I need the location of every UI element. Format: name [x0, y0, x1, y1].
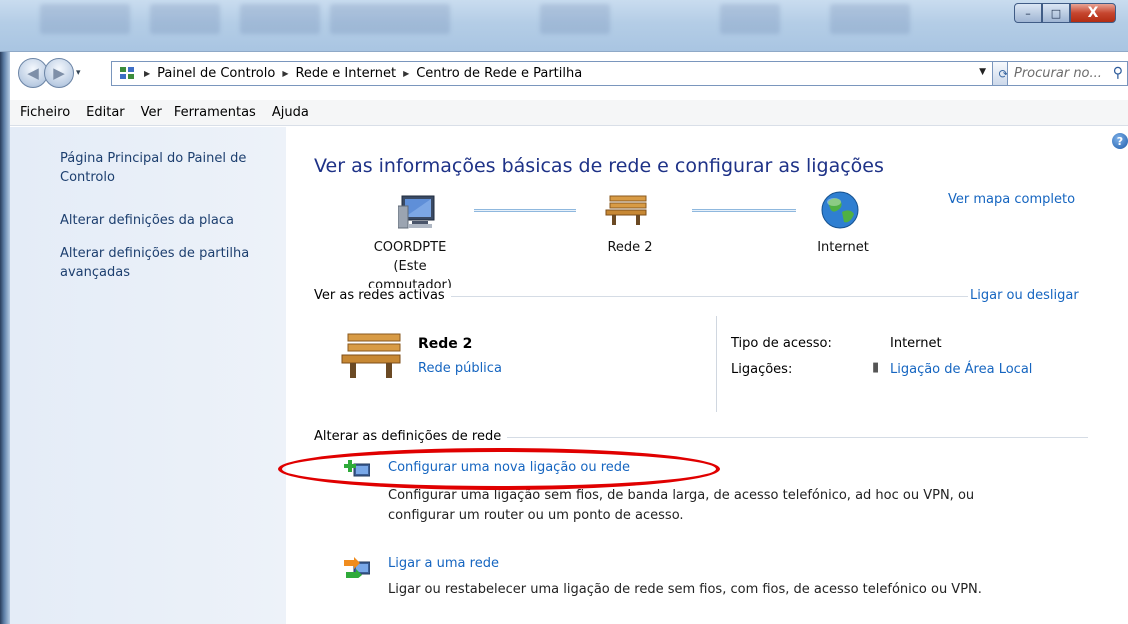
search-placeholder: Procurar no...	[1014, 66, 1102, 81]
map-node-internet: Internet	[817, 240, 869, 255]
blurred-background	[830, 4, 910, 34]
map-connection-line	[692, 209, 796, 212]
blurred-background	[240, 4, 320, 34]
network-adapter-icon: ▮	[872, 360, 880, 375]
vertical-divider	[716, 316, 717, 412]
blurred-background	[150, 4, 220, 34]
blurred-background	[40, 4, 130, 34]
page-title: Ver as informações básicas de rede e con…	[314, 155, 884, 177]
search-icon[interactable]: ⚲	[1113, 65, 1123, 81]
connect-to-network-description: Ligar ou restabelecer uma ligação de red…	[388, 582, 982, 597]
full-map-link[interactable]: Ver mapa completo	[948, 192, 1075, 207]
help-icon[interactable]: ?	[1112, 133, 1128, 149]
menu-edit[interactable]: Editar	[86, 105, 125, 120]
access-type-value: Internet	[890, 336, 942, 351]
close-button[interactable]: X	[1070, 3, 1116, 23]
breadcrumb-control-panel[interactable]: Painel de Controlo	[157, 66, 275, 81]
connect-to-network-icon	[344, 557, 370, 578]
highlight-ellipse	[278, 448, 720, 490]
access-type-label: Tipo de acesso:	[731, 336, 832, 351]
blurred-background	[540, 4, 610, 34]
blurred-background	[720, 4, 780, 34]
menu-tools[interactable]: Ferramentas	[174, 105, 256, 120]
description-line: configurar um router ou um ponto de aces…	[388, 508, 684, 523]
breadcrumb-network-sharing-center[interactable]: Centro de Rede e Partilha	[416, 66, 582, 81]
title-bar: – □ X	[0, 0, 1128, 52]
window-frame-left	[0, 52, 10, 624]
control-panel-icon	[120, 66, 136, 81]
setup-new-connection-description: Configurar uma ligação sem fios, de band…	[388, 486, 1088, 526]
breadcrumb-separator-icon: ▶	[403, 69, 410, 78]
breadcrumb-network-internet[interactable]: Rede e Internet	[295, 66, 396, 81]
local-area-connection-link[interactable]: Ligação de Área Local	[890, 362, 1032, 377]
navigation-buttons: ◀ ▶ ▾	[18, 56, 84, 90]
map-connection-line	[474, 209, 576, 212]
bench-icon	[605, 195, 647, 225]
minimize-button[interactable]: –	[1014, 3, 1042, 23]
address-bar[interactable]: ▶ Painel de Controlo ▶ Rede e Internet ▶…	[111, 61, 993, 86]
sidebar-item-change-adapter-settings[interactable]: Alterar definições da placa	[60, 211, 280, 230]
active-networks-label: Ver as redes activas	[314, 288, 451, 303]
computer-icon	[398, 195, 435, 229]
recent-pages-dropdown-icon[interactable]: ▾	[76, 68, 81, 78]
active-network-name: Rede 2	[418, 336, 473, 352]
connections-label: Ligações:	[731, 362, 793, 377]
internet-globe-icon	[821, 191, 859, 229]
connect-to-network-link[interactable]: Ligar a uma rede	[388, 556, 499, 571]
address-dropdown-icon[interactable]: ▼	[979, 67, 986, 77]
forward-arrow-icon: ▶	[53, 64, 65, 82]
search-input[interactable]: Procurar no... ⚲	[1007, 61, 1128, 86]
sidebar-item-control-panel-home[interactable]: Página Principal do Painel de Controlo	[60, 149, 280, 187]
task-pane: Página Principal do Painel de Controlo A…	[10, 127, 286, 624]
map-node-computer: COORDPTE (Este computador)	[350, 238, 470, 295]
forward-button[interactable]: ▶	[44, 58, 74, 88]
menu-help[interactable]: Ajuda	[272, 105, 309, 120]
sidebar-item-advanced-sharing-settings[interactable]: Alterar definições de partilha avançadas	[60, 244, 280, 282]
breadcrumb-separator-icon: ▶	[144, 69, 151, 78]
menu-view[interactable]: Ver	[141, 105, 162, 120]
map-node-network: Rede 2	[607, 240, 653, 255]
menu-bar: Ficheiro Editar Ver Ferramentas Ajuda	[10, 100, 1128, 126]
window-controls: – □ X	[1014, 3, 1116, 23]
blurred-background	[330, 4, 450, 34]
breadcrumb-separator-icon: ▶	[282, 69, 289, 78]
maximize-button[interactable]: □	[1042, 3, 1070, 23]
network-type-link[interactable]: Rede pública	[418, 361, 502, 376]
back-arrow-icon: ◀	[27, 64, 39, 82]
menu-file[interactable]: Ficheiro	[20, 105, 70, 120]
connect-disconnect-link[interactable]: Ligar ou desligar	[970, 288, 1079, 303]
public-network-bench-icon	[341, 333, 401, 378]
computer-name: COORDPTE	[373, 240, 447, 255]
change-settings-label: Alterar as definições de rede	[314, 429, 508, 444]
